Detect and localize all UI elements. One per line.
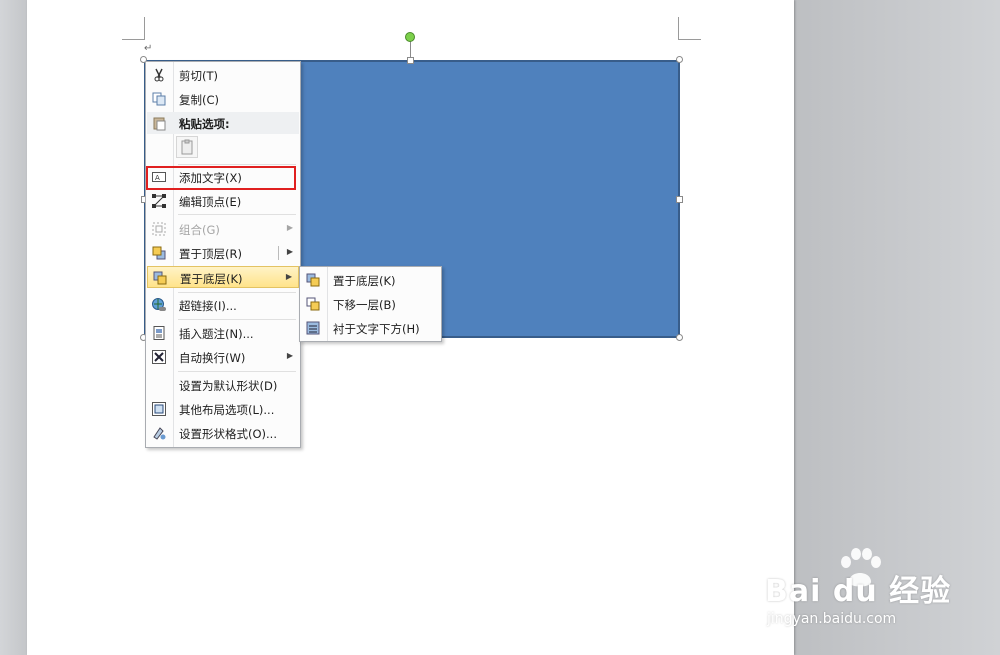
resize-handle-top[interactable]	[407, 57, 414, 64]
menu-item-set-default-shape[interactable]: 设置为默认形状(D)	[147, 374, 299, 396]
context-menu: 剪切(T) 复制(C) 粘贴选项: A 添加文字(X) 编辑顶点(E) 组合(G…	[145, 61, 301, 448]
menu-item-label: 自动换行(W)	[179, 351, 246, 365]
margin-corner-top-right	[678, 17, 701, 40]
menu-separator	[178, 371, 296, 372]
resize-handle-top-right[interactable]	[676, 56, 683, 63]
paste-clipboard-icon	[181, 139, 193, 155]
menu-item-label: 置于顶层(R)	[179, 247, 242, 261]
right-gutter	[794, 0, 1000, 655]
edit-points-icon	[151, 193, 167, 209]
watermark-url: jingyan.baidu.com	[767, 611, 897, 627]
red-highlight-annotation	[146, 166, 296, 190]
menu-item-label: 其他布局选项(L)...	[179, 403, 275, 417]
bring-to-front-icon	[151, 245, 167, 261]
paragraph-mark: ↵	[144, 43, 153, 54]
group-icon	[151, 221, 167, 237]
send-to-back-icon	[305, 272, 321, 288]
send-backward-icon	[305, 296, 321, 312]
behind-text-icon	[305, 320, 321, 336]
menu-item-label: 剪切(T)	[179, 69, 218, 83]
resize-handle-bottom-right[interactable]	[676, 334, 683, 341]
hyperlink-icon	[151, 297, 167, 313]
layout-options-icon	[151, 401, 167, 417]
menu-item-label: 设置为默认形状(D)	[179, 379, 278, 393]
submenu-arrow-icon: ▶	[286, 223, 293, 232]
send-to-back-icon	[152, 270, 168, 286]
rotation-handle[interactable]	[405, 32, 415, 42]
menu-item-hyperlink[interactable]: 超链接(I)...	[147, 294, 299, 316]
submenu-item-label: 置于底层(K)	[333, 274, 396, 288]
paste-keep-text-button[interactable]	[176, 136, 198, 158]
split-button-divider	[278, 246, 279, 260]
menu-item-wrap-text[interactable]: 自动换行(W) ▶	[147, 346, 299, 368]
menu-separator	[178, 214, 296, 215]
submenu-arrow-icon: ▶	[286, 247, 293, 256]
menu-item-label: 插入题注(N)...	[179, 327, 254, 341]
menu-separator	[178, 319, 296, 320]
submenu-item-label: 下移一层(B)	[333, 298, 396, 312]
menu-item-insert-caption[interactable]: 插入题注(N)...	[147, 322, 299, 344]
submenu-arrow-icon: ▶	[285, 272, 292, 281]
scissors-icon	[151, 67, 167, 83]
menu-item-edit-points[interactable]: 编辑顶点(E)	[147, 190, 299, 212]
menu-item-label: 复制(C)	[179, 93, 220, 107]
menu-item-cut[interactable]: 剪切(T)	[147, 64, 299, 86]
resize-handle-right[interactable]	[676, 196, 683, 203]
format-shape-icon	[151, 425, 167, 441]
submenu-item-send-backward[interactable]: 下移一层(B)	[301, 293, 440, 315]
submenu-item-label: 衬于文字下方(H)	[333, 322, 420, 336]
wrap-text-icon	[151, 349, 167, 365]
submenu-item-behind-text[interactable]: 衬于文字下方(H)	[301, 317, 440, 339]
menu-separator	[178, 292, 296, 293]
watermark-brand: Bai du 经验	[765, 574, 952, 609]
menu-item-more-layout-options[interactable]: 其他布局选项(L)...	[147, 398, 299, 420]
menu-item-send-to-back[interactable]: 置于底层(K) ▶	[147, 266, 299, 288]
submenu-arrow-icon: ▶	[286, 351, 293, 360]
menu-item-label: 置于底层(K)	[180, 272, 243, 286]
menu-item-format-shape[interactable]: 设置形状格式(O)...	[147, 422, 299, 444]
menu-item-label: 粘贴选项:	[179, 117, 230, 131]
menu-item-bring-to-front[interactable]: 置于顶层(R) ▶	[147, 242, 299, 264]
menu-header-paste-options: 粘贴选项:	[147, 112, 299, 134]
send-to-back-submenu: 置于底层(K) 下移一层(B) 衬于文字下方(H)	[299, 266, 442, 342]
menu-item-label: 设置形状格式(O)...	[179, 427, 277, 441]
menu-item-label: 超链接(I)...	[179, 299, 237, 313]
menu-item-label: 组合(G)	[179, 223, 220, 237]
copy-icon	[151, 91, 167, 107]
menu-item-group[interactable]: 组合(G) ▶	[147, 218, 299, 240]
paste-icon	[151, 115, 167, 131]
menu-item-copy[interactable]: 复制(C)	[147, 88, 299, 110]
menu-separator	[178, 164, 296, 165]
left-gutter	[0, 0, 27, 655]
menu-item-label: 编辑顶点(E)	[179, 195, 242, 209]
submenu-item-send-to-back[interactable]: 置于底层(K)	[301, 269, 440, 291]
margin-corner-top-left	[122, 17, 145, 40]
caption-icon	[151, 325, 167, 341]
